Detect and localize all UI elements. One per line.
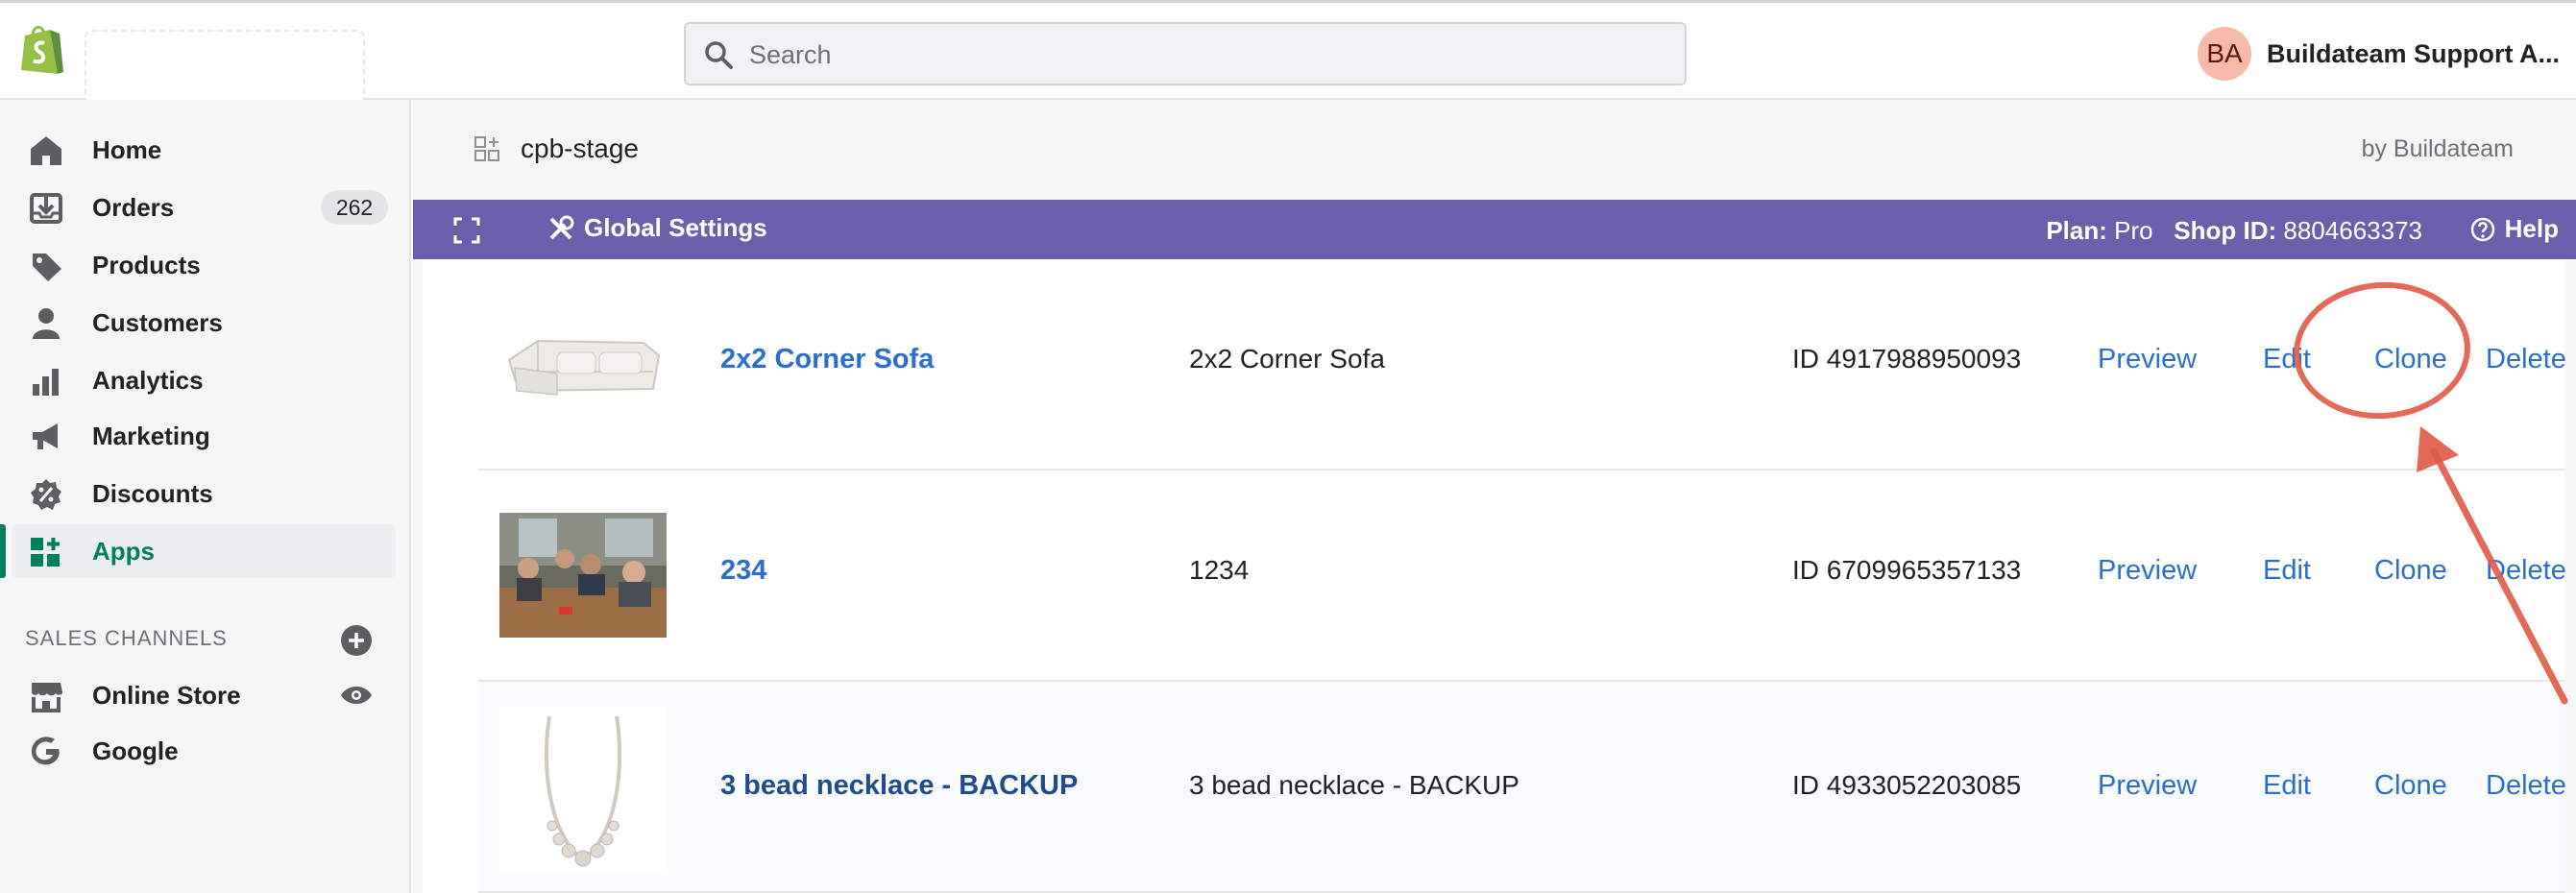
sidebar-item-label: Customers [92, 307, 223, 337]
table-row: 234 1234 ID 6709965357133 Preview Edit C… [478, 471, 2566, 682]
store-name[interactable] [85, 30, 365, 105]
app-title: cpb-stage [521, 133, 639, 163]
sidebar-item-label: Analytics [92, 365, 204, 395]
product-id: ID 4933052203085 [1792, 770, 2022, 800]
edit-link[interactable]: Edit [2263, 555, 2311, 587]
sidebar-item-online-store[interactable]: Online Store [0, 668, 396, 722]
sidebar-item-customers[interactable]: Customers [0, 296, 396, 350]
top-bar: Search BA Buildateam Support A... [0, 0, 2576, 105]
search-input[interactable]: Search [684, 22, 1687, 85]
sidebar-item-apps[interactable]: Apps [0, 524, 396, 578]
preview-link[interactable]: Preview [2098, 344, 2197, 375]
product-name-link[interactable]: 2x2 Corner Sofa [720, 344, 934, 375]
person-icon [33, 308, 60, 339]
fullscreen-icon[interactable] [453, 217, 480, 244]
search-icon [705, 41, 733, 69]
help-label: Help [2504, 214, 2559, 243]
orders-count-badge: 262 [321, 190, 388, 225]
sidebar-item-orders[interactable]: Orders 262 [0, 181, 396, 234]
avatar[interactable]: BA [2198, 27, 2251, 81]
app-header: cpb-stage by Buildateam [413, 100, 2576, 200]
discount-icon [31, 479, 61, 510]
global-settings-button[interactable]: Global Settings [547, 213, 767, 243]
sidebar-item-marketing[interactable]: Marketing [0, 409, 396, 463]
delete-link[interactable]: Delete [2486, 770, 2566, 802]
sidebar-item-home[interactable]: Home [0, 123, 396, 177]
search-placeholder: Search [749, 40, 832, 69]
plan-label: Plan: [2046, 216, 2107, 245]
megaphone-icon [33, 423, 58, 449]
account-menu[interactable]: BA Buildateam Support A... [2198, 26, 2560, 82]
product-image-photo[interactable] [499, 513, 667, 638]
preview-link[interactable]: Preview [2098, 555, 2197, 587]
app-developer[interactable]: by Buildateam [2362, 135, 2514, 163]
sidebar-item-label: Google [92, 736, 179, 765]
product-image-necklace[interactable] [499, 707, 667, 874]
product-name-link[interactable]: 3 bead necklace - BACKUP [720, 770, 1078, 802]
shop-id-label: Shop ID: [2174, 216, 2277, 245]
table-row: 2x2 Corner Sofa 2x2 Corner Sofa ID 49179… [478, 259, 2566, 471]
help-button[interactable]: Help [2470, 214, 2559, 244]
product-image-sofa[interactable] [499, 302, 667, 427]
home-icon [31, 136, 61, 165]
delete-link[interactable]: Delete [2486, 344, 2566, 375]
add-channel-icon[interactable] [340, 624, 373, 657]
sidebar-item-products[interactable]: Products [0, 238, 396, 292]
sidebar-item-label: Online Store [92, 680, 241, 710]
preview-link[interactable]: Preview [2098, 770, 2197, 802]
product-id: ID 4917988950093 [1792, 344, 2022, 374]
sidebar-item-label: Orders [92, 192, 175, 222]
sidebar: Home Orders 262 Products Customers Analy… [0, 100, 411, 893]
sidebar-item-label: Products [92, 250, 201, 279]
product-title: 2x2 Corner Sofa [1189, 344, 1385, 374]
sidebar-item-label: Marketing [92, 421, 210, 450]
edit-link[interactable]: Edit [2263, 770, 2311, 802]
help-icon [2470, 217, 2494, 241]
bar-chart-icon [33, 369, 59, 396]
product-title: 3 bead necklace - BACKUP [1189, 770, 1519, 800]
sidebar-item-label: Apps [92, 536, 155, 566]
sidebar-item-discounts[interactable]: Discounts [0, 467, 396, 520]
app-icon [474, 136, 499, 161]
shopify-logo[interactable] [17, 22, 65, 78]
app-toolbar: Global Settings Plan: Pro Shop ID: 88046… [413, 200, 2576, 259]
tag-icon [33, 253, 61, 281]
plan-value: Pro [2114, 216, 2153, 245]
account-name[interactable]: Buildateam Support A... [2267, 39, 2560, 69]
product-title: 1234 [1189, 555, 1250, 585]
product-id: ID 6709965357133 [1792, 555, 2022, 585]
sidebar-item-label: Home [92, 134, 162, 164]
main-content: cpb-stage by Buildateam Global Settings … [413, 100, 2576, 893]
orders-icon [30, 193, 62, 224]
global-settings-label: Global Settings [584, 213, 767, 242]
tools-icon [549, 215, 574, 239]
sidebar-item-google[interactable]: Google [0, 724, 396, 778]
store-icon [32, 683, 62, 712]
table-row: 3 bead necklace - BACKUP 3 bead necklace… [478, 682, 2566, 893]
plan-info: Plan: Pro Shop ID: 8804663373 [2046, 216, 2422, 246]
apps-icon [31, 538, 60, 567]
google-icon [31, 736, 60, 765]
shop-id-value: 8804663373 [2283, 216, 2422, 245]
product-list: 2x2 Corner Sofa 2x2 Corner Sofa ID 49179… [423, 259, 2566, 893]
sidebar-item-analytics[interactable]: Analytics [0, 353, 396, 407]
sidebar-item-label: Discounts [92, 478, 213, 508]
eye-icon[interactable] [340, 684, 373, 707]
annotation-arrow [2417, 426, 2568, 705]
clone-link[interactable]: Clone [2374, 770, 2447, 802]
sales-channels-heading: SALES CHANNELS [25, 626, 228, 650]
product-name-link[interactable]: 234 [720, 555, 766, 587]
